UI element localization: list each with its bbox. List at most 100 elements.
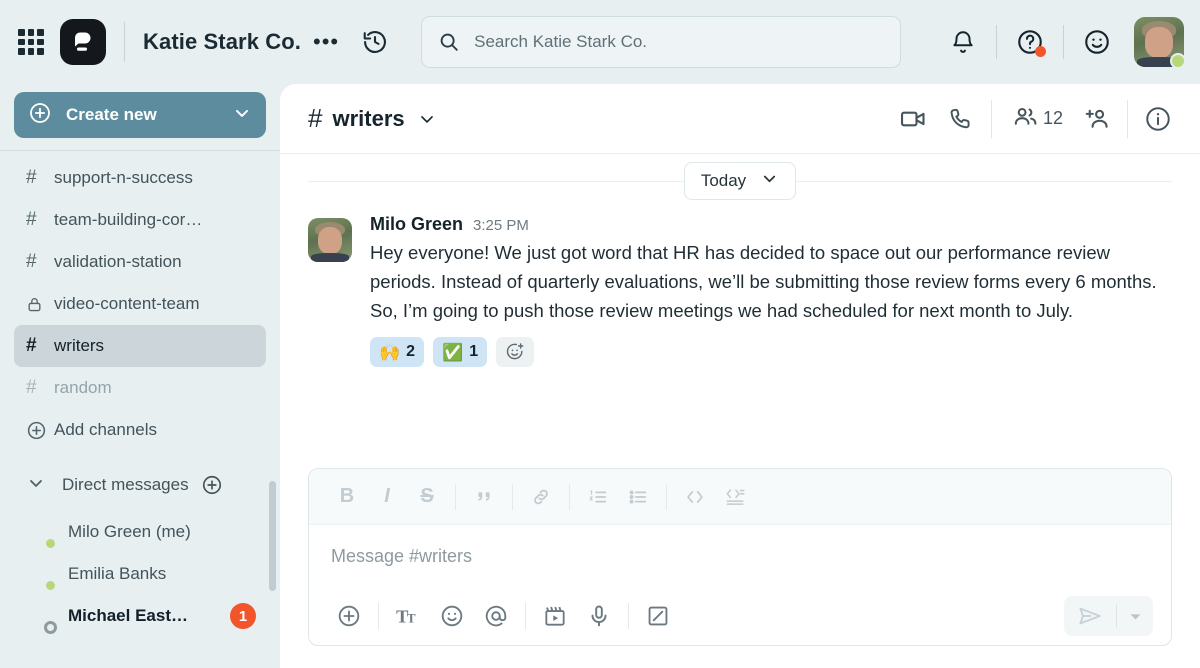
sidebar-item-video-content-team[interactable]: video-content-team (14, 283, 266, 325)
emoji-button[interactable] (430, 594, 474, 638)
dm-label: Michael East… (68, 606, 188, 625)
message-author[interactable]: Milo Green (370, 214, 463, 235)
channel-name: writers (332, 105, 405, 131)
phone-icon[interactable] (937, 95, 985, 143)
code-button[interactable] (675, 477, 715, 517)
send-button[interactable] (1064, 596, 1116, 636)
message-header: Milo Green 3:25 PM (370, 214, 1172, 235)
direct-messages-label: Direct messages (62, 475, 189, 494)
reaction-chip[interactable]: ✅ 1 (433, 337, 488, 367)
bell-icon[interactable] (940, 19, 986, 65)
message-input[interactable]: Message #writers (309, 525, 1171, 587)
day-chip[interactable]: Today (683, 162, 797, 200)
top-bar: Katie Stark Co. ••• Search Katie Stark C… (0, 0, 1200, 84)
video-clip-button[interactable] (533, 594, 577, 638)
hash-icon: # (26, 377, 37, 398)
message-composer: B I S Message #writers T T (308, 468, 1172, 646)
search-placeholder: Search Katie Stark Co. (474, 32, 648, 51)
channel-label: video-content-team (54, 294, 200, 313)
divider (378, 603, 379, 629)
direct-messages-header[interactable]: Direct messages (14, 461, 266, 509)
presence-indicator (44, 621, 57, 634)
reaction-bar: 🙌 2 ✅ 1 (370, 337, 1172, 367)
attach-button[interactable] (327, 594, 371, 638)
sidebar-item-writers[interactable]: # writers (14, 325, 266, 367)
divider (569, 483, 570, 510)
italic-glyph: I (384, 485, 390, 507)
add-channels-button[interactable]: Add channels (14, 409, 266, 451)
add-reaction-icon[interactable] (496, 337, 535, 367)
send-group (1064, 596, 1153, 636)
text-format-button[interactable]: T T (386, 594, 430, 638)
bulleted-list-button[interactable] (618, 477, 658, 517)
avatar[interactable] (308, 218, 352, 262)
composer-wrapper: B I S Message #writers T T (280, 460, 1200, 668)
hash-icon: # (26, 209, 37, 230)
sidebar-item-support-n-success[interactable]: # support-n-success (14, 157, 266, 199)
mention-button[interactable] (474, 594, 518, 638)
dm-item-emilia-banks[interactable]: Emilia Banks (14, 553, 266, 595)
sidebar-item-team-building[interactable]: # team-building-cor… (14, 199, 266, 241)
avatar (24, 517, 57, 550)
microphone-button[interactable] (577, 594, 621, 638)
bold-button[interactable]: B (327, 477, 367, 517)
channel-actions: 12 (889, 95, 1182, 143)
video-camera-icon[interactable] (889, 95, 937, 143)
dm-item-michael-east[interactable]: Michael East… 1 (14, 595, 266, 637)
presence-indicator (44, 537, 57, 550)
strikethrough-button[interactable]: S (407, 477, 447, 517)
hash-icon: # (308, 103, 323, 133)
dm-item-milo-green[interactable]: Milo Green (me) (14, 511, 266, 553)
divider (666, 483, 667, 510)
divider (512, 483, 513, 510)
divider (628, 603, 629, 629)
history-icon[interactable] (361, 28, 389, 56)
info-icon[interactable] (1134, 95, 1182, 143)
presence-indicator (44, 579, 57, 592)
channel-list: # support-n-success # team-building-cor…… (0, 151, 280, 668)
search-input[interactable]: Search Katie Stark Co. (421, 16, 902, 68)
pumble-logo-icon[interactable] (60, 19, 106, 65)
dm-label: Milo Green (me) (68, 522, 191, 541)
apps-grid-icon[interactable] (18, 29, 44, 55)
divider (996, 25, 997, 59)
avatar (24, 559, 57, 592)
message-time[interactable]: 3:25 PM (473, 217, 529, 234)
hash-icon: # (26, 251, 37, 272)
unread-badge: 1 (230, 603, 256, 629)
sidebar-item-random[interactable]: # random (14, 367, 266, 409)
canvas-button[interactable] (636, 594, 680, 638)
chevron-down-icon (760, 169, 779, 193)
add-person-icon[interactable] (1073, 95, 1121, 143)
chevron-down-icon (232, 103, 252, 128)
plus-circle-icon (28, 101, 52, 130)
blockquote-button[interactable] (464, 477, 504, 517)
message-placeholder: Message #writers (331, 545, 473, 566)
formatting-toolbar: B I S (309, 469, 1171, 525)
divider (990, 99, 992, 138)
dm-label: Emilia Banks (68, 564, 167, 583)
top-bar-actions (940, 17, 1186, 69)
members-count: 12 (1042, 108, 1063, 128)
workspace-more-button[interactable]: ••• (313, 31, 339, 53)
channel-label: team-building-cor… (54, 210, 203, 229)
link-button[interactable] (521, 477, 561, 517)
send-options-button[interactable] (1117, 596, 1153, 636)
create-new-button[interactable]: Create new (14, 92, 266, 138)
sidebar-scrollbar[interactable] (269, 481, 276, 591)
ordered-list-button[interactable] (578, 477, 618, 517)
help-icon[interactable] (1007, 19, 1053, 65)
smiley-icon[interactable] (1074, 19, 1120, 65)
italic-button[interactable]: I (367, 477, 407, 517)
code-block-button[interactable] (715, 477, 755, 517)
channel-title[interactable]: # writers (308, 103, 437, 134)
add-direct-message-icon[interactable] (201, 474, 223, 496)
reaction-chip[interactable]: 🙌 2 (370, 337, 425, 367)
members-button[interactable]: 12 (998, 95, 1073, 143)
avatar[interactable] (1134, 17, 1186, 69)
channel-label: random (54, 378, 112, 397)
sidebar-item-validation-station[interactable]: # validation-station (14, 241, 266, 283)
divider (1127, 99, 1128, 138)
workspace-title[interactable]: Katie Stark Co. (143, 29, 301, 55)
app-root: Katie Stark Co. ••• Search Katie Stark C… (0, 0, 1200, 668)
